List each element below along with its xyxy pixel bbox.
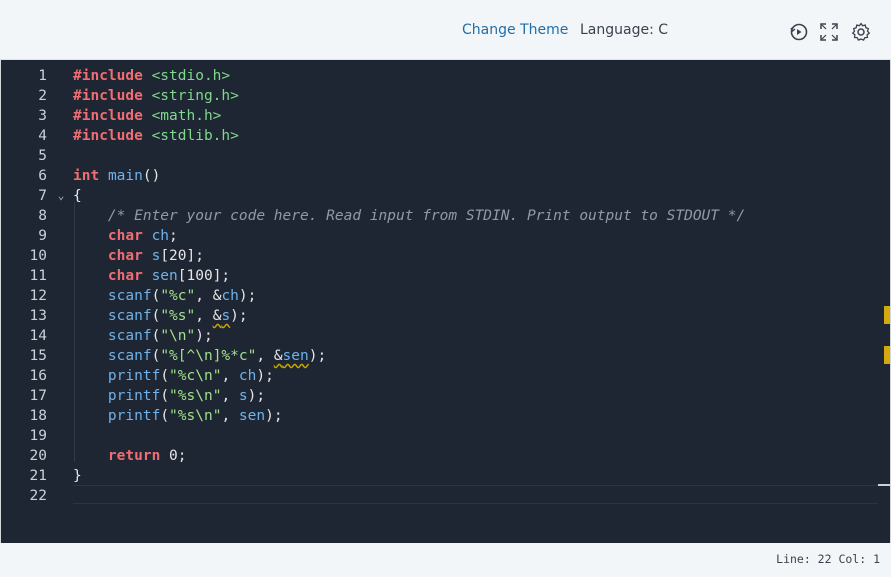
- line-text[interactable]: #include <math.h>: [73, 106, 221, 126]
- code-line[interactable]: 4 #include <stdlib.h>: [1, 126, 890, 146]
- line-text[interactable]: char ch;: [73, 226, 178, 246]
- line-text[interactable]: printf("%s\n", s);: [73, 386, 265, 406]
- status-bar: Line: 22 Col: 1: [0, 543, 891, 577]
- line-number: 5: [38, 148, 47, 164]
- line-text[interactable]: printf("%s\n", sen);: [73, 406, 283, 426]
- code-line[interactable]: 16 printf("%c\n", ch);: [1, 366, 890, 386]
- line-text[interactable]: #include <string.h>: [73, 86, 239, 106]
- line-number: 1: [38, 68, 47, 84]
- line-number: 21: [29, 468, 47, 484]
- code-line[interactable]: 11 char sen[100];: [1, 266, 890, 286]
- line-number: 14: [29, 328, 47, 344]
- code-line[interactable]: 18 printf("%s\n", sen);: [1, 406, 890, 426]
- settings-icon[interactable]: [851, 22, 871, 42]
- code-line[interactable]: 15 scanf("%[^\n]%*c", &sen);: [1, 346, 890, 366]
- line-text[interactable]: /* Enter your code here. Read input from…: [73, 206, 745, 226]
- line-number: 12: [29, 288, 47, 304]
- code-line[interactable]: 9 char ch;: [1, 226, 890, 246]
- code-line[interactable]: 3 #include <math.h>: [1, 106, 890, 126]
- line-text[interactable]: #include <stdio.h>: [73, 66, 230, 86]
- line-number: 16: [29, 368, 47, 384]
- history-icon[interactable]: [789, 22, 809, 42]
- line-number: 4: [38, 128, 47, 144]
- line-text[interactable]: #include <stdlib.h>: [73, 126, 239, 146]
- cursor-position: Line: 22 Col: 1: [776, 552, 880, 566]
- line-text[interactable]: scanf("%c", &ch);: [73, 286, 256, 306]
- code-line[interactable]: 7 ⌄ {: [1, 186, 890, 206]
- code-line[interactable]: 17 printf("%s\n", s);: [1, 386, 890, 406]
- line-number: 6: [38, 168, 47, 184]
- line-number: 11: [29, 268, 47, 284]
- line-number: 17: [29, 388, 47, 404]
- code-line[interactable]: 10 char s[20];: [1, 246, 890, 266]
- line-text[interactable]: char sen[100];: [73, 266, 230, 286]
- line-number: 20: [29, 448, 47, 464]
- line-number: 18: [29, 408, 47, 424]
- code-line[interactable]: 14 scanf("\n");: [1, 326, 890, 346]
- fold-chevron-icon[interactable]: ⌄: [55, 186, 67, 206]
- line-number: 8: [38, 208, 47, 224]
- warning-marker[interactable]: [884, 346, 890, 364]
- line-number: 10: [29, 248, 47, 264]
- code-line[interactable]: 22: [1, 486, 890, 506]
- line-text[interactable]: scanf("%[^\n]%*c", &sen);: [73, 346, 326, 366]
- line-number: 3: [38, 108, 47, 124]
- language-selector[interactable]: Language: C: [580, 22, 668, 38]
- line-number: 2: [38, 88, 47, 104]
- code-line[interactable]: 8 /* Enter your code here. Read input fr…: [1, 206, 890, 226]
- line-number: 19: [29, 428, 47, 444]
- line-text[interactable]: scanf("%s", &s);: [73, 306, 248, 326]
- line-text[interactable]: int main(): [73, 166, 160, 186]
- code-line[interactable]: 13 scanf("%s", &s);: [1, 306, 890, 326]
- warning-marker[interactable]: [884, 306, 890, 324]
- line-text[interactable]: printf("%c\n", ch);: [73, 366, 274, 386]
- line-number: 9: [38, 228, 47, 244]
- code-line[interactable]: 12 scanf("%c", &ch);: [1, 286, 890, 306]
- code-line[interactable]: 1 #include <stdio.h>: [1, 66, 890, 86]
- fullscreen-icon[interactable]: [819, 22, 839, 42]
- line-number: 22: [29, 488, 47, 504]
- line-text[interactable]: return 0;: [73, 446, 187, 466]
- line-number: 7: [38, 188, 47, 204]
- code-line[interactable]: 20 return 0;: [1, 446, 890, 466]
- scrollbar-cursor-marker: [878, 484, 890, 486]
- change-theme-button[interactable]: Change Theme: [462, 22, 568, 38]
- line-number: 13: [29, 308, 47, 324]
- line-number: 15: [29, 348, 47, 364]
- line-text[interactable]: char s[20];: [73, 246, 204, 266]
- code-line[interactable]: 19: [1, 426, 890, 446]
- code-line[interactable]: 5: [1, 146, 890, 166]
- code-line[interactable]: 2 #include <string.h>: [1, 86, 890, 106]
- editor-toolbar: Change Theme Language: C: [0, 0, 891, 60]
- code-line[interactable]: 6 int main(): [1, 166, 890, 186]
- line-text[interactable]: }: [73, 466, 82, 486]
- code-line[interactable]: 21 }: [1, 466, 890, 486]
- line-text[interactable]: {: [73, 186, 82, 206]
- line-text[interactable]: scanf("\n");: [73, 326, 213, 346]
- code-editor[interactable]: 1 #include <stdio.h> 2 #include <string.…: [0, 60, 891, 543]
